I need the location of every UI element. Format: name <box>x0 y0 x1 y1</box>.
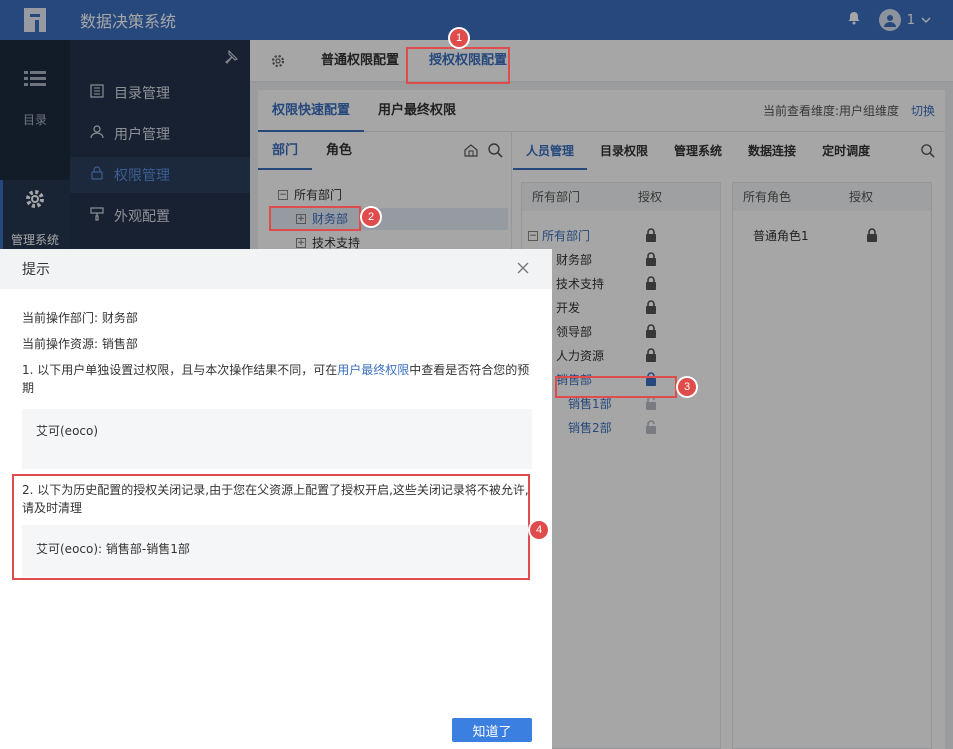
user-final-permission-link[interactable]: 用户最终权限 <box>337 363 409 377</box>
user-entry: 艾可(eoco) <box>36 424 99 438</box>
step-badge-4: 4 <box>530 521 548 539</box>
operation-resource-text: 当前操作资源: 销售部 <box>22 337 138 351</box>
operation-dept-text: 当前操作部门: 财务部 <box>22 311 138 325</box>
step-badge-1: 1 <box>450 29 468 47</box>
step-badge-2: 2 <box>362 208 380 226</box>
user-list-box-1: 艾可(eoco) <box>22 409 532 469</box>
notice-item-1: 1. 以下用户单独设置过权限，且与本次操作结果不同，可在用户最终权限中查看是否符… <box>22 361 532 397</box>
dialog-header: 提示 <box>0 249 552 289</box>
highlight-box-4 <box>12 474 530 580</box>
highlight-box-1 <box>406 47 510 84</box>
acknowledge-button[interactable]: 知道了 <box>452 718 532 742</box>
notice-item-1-pre: 1. 以下用户单独设置过权限，且与本次操作结果不同，可在 <box>22 363 338 377</box>
step-badge-3: 3 <box>678 378 696 396</box>
highlight-box-2 <box>269 206 361 231</box>
highlight-box-3 <box>555 376 677 398</box>
dialog-title: 提示 <box>22 262 50 278</box>
close-icon[interactable] <box>516 261 530 275</box>
